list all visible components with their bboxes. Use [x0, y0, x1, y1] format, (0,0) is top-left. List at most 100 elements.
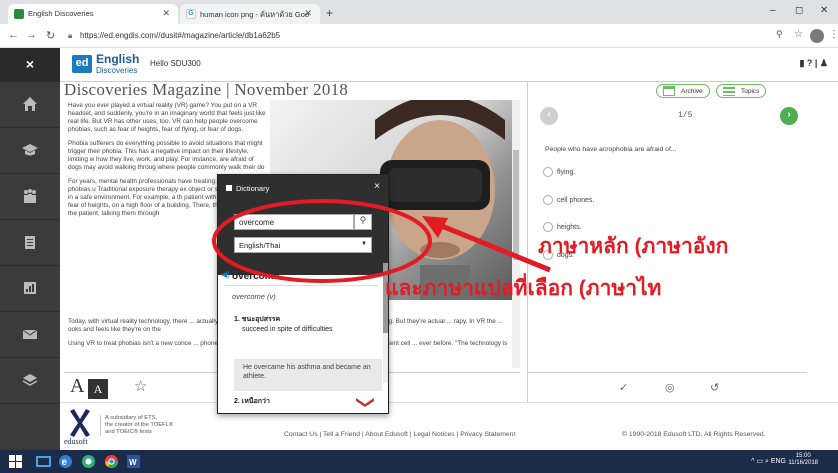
ed-favicon-icon: [14, 9, 24, 19]
maximize-icon[interactable]: ◻: [795, 5, 803, 16]
topics-label: Topics: [741, 88, 760, 95]
list-icon: [723, 87, 735, 96]
lock-icon: 🔒︎: [68, 31, 73, 40]
dictionary-title: Dictionary: [236, 184, 270, 193]
large-font-button[interactable]: A: [70, 375, 84, 398]
topics-button[interactable]: Topics: [716, 84, 767, 98]
url-field[interactable]: 🔒︎ https://ed.engdis.com//dusit#/magazin…: [68, 28, 768, 44]
tab-google-search[interactable]: G human icon png - ค้นหาด้วย Goo ✕: [180, 4, 320, 24]
sidebar-item-library[interactable]: [0, 358, 60, 404]
edusoft-small-logo: [356, 398, 374, 407]
sidebar-item-inbox[interactable]: [0, 312, 60, 358]
subsidiary-text: A subsidiary of ETS, the creator of the …: [100, 415, 173, 436]
browser-tab-bar: English Discoveries ✕ G human icon png -…: [0, 0, 838, 24]
reload-icon[interactable]: ↻: [46, 29, 55, 42]
address-bar-row: ← → ↻ 🔒︎ https://ed.engdis.com//dusit#/m…: [0, 24, 838, 48]
menu-dots-icon[interactable]: ⋮: [829, 29, 838, 40]
system-tray[interactable]: ^ ▭ ⌕ ENG: [751, 457, 786, 466]
calendar-icon: [663, 86, 675, 96]
new-tab-button[interactable]: +: [326, 6, 333, 20]
sense-2: 2. เหนือกว่า: [234, 397, 270, 406]
option-label: cell phones.: [557, 196, 595, 204]
forward-arrow-icon[interactable]: →: [26, 29, 37, 41]
article-paragraph: Phobia sufferers do everything possible …: [68, 140, 265, 171]
reset-icon[interactable]: ↺: [710, 381, 719, 394]
brand-bar: ed English Discoveries Hello SDU300 ▮ ? …: [60, 48, 838, 82]
back-arrow-icon[interactable]: ←: [8, 29, 19, 41]
prev-question-button[interactable]: ‹: [540, 107, 558, 125]
url-text: https://ed.engdis.com//dusit#/magazine/a…: [80, 31, 281, 40]
sidebar-item-courses[interactable]: [0, 128, 60, 174]
sidebar: [0, 82, 60, 450]
header-tools[interactable]: ▮ ? | ♟: [799, 58, 828, 69]
copyright: © 1990-2018 Edusoft LTD. All Rights Rese…: [622, 431, 766, 438]
clock-time: 15:00: [795, 453, 811, 459]
edge-icon[interactable]: e: [58, 454, 73, 469]
logo-english: English: [96, 52, 140, 66]
sense-number: 1.: [234, 316, 240, 323]
quiz-question: People who have acrophobia are afraid of…: [545, 146, 677, 153]
chat-icon[interactable]: [81, 454, 96, 469]
inbox-icon: [22, 329, 38, 339]
annotation-text-line1: ภาษาหลัก (ภาษาอังก: [538, 235, 729, 258]
sidebar-item-progress[interactable]: [0, 266, 60, 312]
next-question-button[interactable]: ›: [780, 107, 798, 125]
footer-links[interactable]: Contact Us | Tell a Friend | About Eduso…: [284, 431, 515, 438]
annotation-arrow: [422, 216, 551, 273]
part-of-speech: overcome (v): [232, 292, 276, 301]
assignments-icon: [25, 236, 35, 249]
word-icon[interactable]: W: [126, 454, 141, 469]
book-icon: [22, 374, 38, 386]
svg-text:W: W: [129, 458, 137, 467]
tab-close-icon[interactable]: ✕: [162, 8, 170, 19]
article-paragraph: Have you ever played a virtual reality (…: [68, 102, 266, 133]
logo-discoveries: Discoveries: [96, 66, 138, 75]
archive-button[interactable]: Archive: [656, 84, 710, 98]
subsidiary-line: and TOEIC® tests: [105, 429, 152, 435]
footer: edusoft A subsidiary of ETS, the creator…: [60, 402, 838, 450]
minimize-icon[interactable]: –: [770, 5, 776, 16]
bookmark-star-icon[interactable]: ☆: [794, 29, 803, 40]
option-flying[interactable]: flying.: [543, 167, 575, 177]
sidebar-item-community[interactable]: [0, 174, 60, 220]
annotation-text-line2: และภาษาแปลที่เลือก (ภาษาไท: [385, 277, 662, 300]
graduation-cap-icon: [22, 144, 38, 156]
clock-date: 11/16/2018: [788, 460, 818, 466]
chrome-icon[interactable]: [104, 454, 119, 469]
star-icon[interactable]: ☆: [134, 377, 147, 396]
option-label: flying.: [557, 168, 576, 176]
windows-taskbar: e W ^ ▭ ⌕ ENG 15:00 11/16/2018: [0, 450, 838, 473]
subsidiary-line: the creator of the TOEFL®: [105, 422, 174, 428]
show-answer-icon[interactable]: ◎: [665, 381, 675, 394]
sense-1-definition: succeed in spite of difficulties: [242, 326, 333, 333]
community-icon: [24, 189, 36, 203]
svg-text:edusoft: edusoft: [64, 437, 88, 445]
tab-english-discoveries[interactable]: English Discoveries ✕: [8, 4, 178, 24]
zoom-icon[interactable]: ⚲: [776, 29, 783, 40]
subsidiary-line: A subsidiary of ETS,: [105, 415, 158, 421]
task-view-icon[interactable]: [36, 454, 51, 469]
clock[interactable]: 15:00 11/16/2018: [788, 453, 818, 467]
small-font-button[interactable]: A: [88, 379, 108, 399]
dictionary-close-icon[interactable]: ×: [374, 181, 380, 192]
example-sentence: He overcame his asthma and became an ath…: [234, 359, 382, 391]
ed-logo: ed: [72, 55, 92, 73]
edusoft-logo: edusoft: [64, 409, 90, 445]
sense-number: 2.: [234, 398, 240, 405]
close-app-button[interactable]: ×: [0, 48, 60, 82]
sense-thai: ชนะอุปสรรค: [241, 316, 281, 323]
tab-label: human icon png - ค้นหาด้วย Goo: [200, 10, 310, 19]
svg-text:e: e: [62, 457, 68, 468]
windows-start-icon[interactable]: [8, 454, 23, 469]
profile-avatar-icon[interactable]: [810, 29, 824, 43]
radio-icon: [543, 167, 553, 177]
tab-close-icon[interactable]: ✕: [304, 8, 312, 19]
window-close-icon[interactable]: ✕: [820, 5, 828, 16]
archive-label: Archive: [681, 88, 703, 95]
home-icon: [23, 97, 37, 111]
sidebar-item-home[interactable]: [0, 82, 60, 128]
sidebar-item-assignments[interactable]: [0, 220, 60, 266]
check-answer-icon[interactable]: ✓: [619, 381, 628, 394]
dictionary-square-icon: [226, 185, 232, 191]
app-header: × ed English Discoveries Hello SDU300 ▮ …: [0, 48, 838, 82]
